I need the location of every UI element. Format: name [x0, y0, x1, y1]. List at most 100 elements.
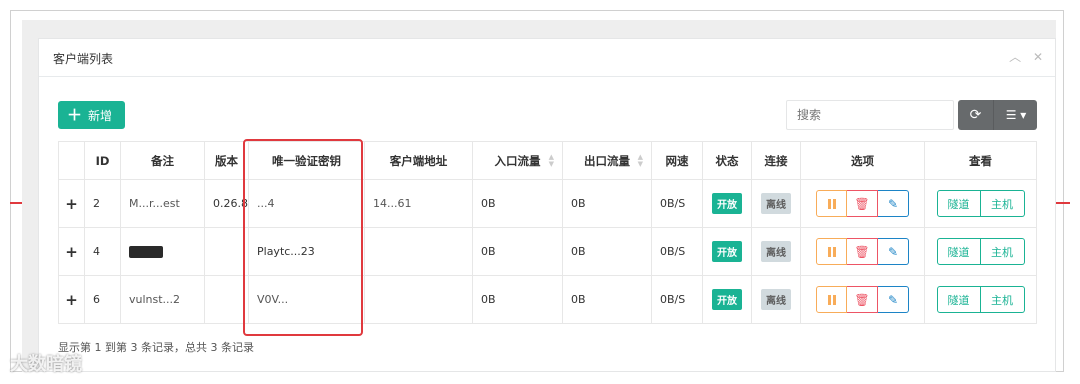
cell-id: 6: [84, 275, 121, 324]
tunnel-button[interactable]: 隧道: [936, 238, 981, 265]
table-tools: ⟳ ☰ ▾: [958, 100, 1037, 130]
connection-badge: 离线: [761, 193, 791, 214]
connection-badge: 离线: [761, 289, 791, 310]
header-expand: [58, 141, 85, 180]
caret-down-icon: ▾: [1020, 108, 1027, 122]
add-label: 新增: [88, 109, 113, 123]
edit-button[interactable]: ✎: [878, 190, 909, 217]
host-button[interactable]: 主机: [980, 286, 1025, 313]
edge-marker-right: [1056, 202, 1070, 204]
header-version[interactable]: 版本: [204, 141, 249, 180]
plus-icon: ＋: [67, 106, 83, 124]
host-button[interactable]: 主机: [980, 190, 1025, 217]
status-badge: 开放: [712, 289, 742, 310]
panel-title: 客户端列表: [53, 52, 114, 66]
cell-view: 隧道 主机: [924, 179, 1037, 228]
edge-marker-left: [10, 202, 22, 204]
edit-button[interactable]: ✎: [878, 286, 909, 313]
cell-view: 隧道 主机: [924, 275, 1037, 324]
table-row: + 2 M...r...est 0.26.8 ...4 14...61 0B 0…: [58, 179, 1037, 228]
close-icon[interactable]: ✕: [1033, 50, 1043, 64]
pause-icon: [827, 246, 836, 257]
header-out-traffic[interactable]: 出口流量 ▲ ▼: [562, 141, 652, 180]
cell-version: 0.26.8: [204, 179, 249, 228]
delete-button[interactable]: 🗑: [847, 286, 878, 313]
list-icon: ☰: [1005, 108, 1017, 122]
cell-status: 开放: [702, 179, 752, 228]
options-group: 🗑 ✎: [816, 286, 909, 313]
cell-out-traffic: 0B: [562, 179, 652, 228]
cell-id: 4: [84, 227, 121, 276]
header-address[interactable]: 客户端地址: [364, 141, 473, 180]
cell-speed: 0B/S: [651, 179, 703, 228]
pause-icon: [827, 294, 836, 305]
columns-toggle[interactable]: ☰ ▾: [995, 100, 1037, 130]
header-connection[interactable]: 连接: [751, 141, 801, 180]
expand-icon[interactable]: +: [58, 179, 85, 228]
cell-in-traffic: 0B: [472, 179, 563, 228]
cell-options: 🗑 ✎: [800, 179, 925, 228]
expand-icon[interactable]: +: [58, 275, 85, 324]
trash-icon: 🗑: [854, 196, 870, 211]
cell-view: 隧道 主机: [924, 227, 1037, 276]
header-in-traffic[interactable]: 入口流量 ▲ ▼: [472, 141, 563, 180]
cell-connection: 离线: [751, 275, 801, 324]
expand-icon[interactable]: +: [58, 227, 85, 276]
remark-text: vulnst...2: [129, 293, 181, 306]
header-view: 查看: [924, 141, 1037, 180]
pause-button[interactable]: [816, 286, 847, 313]
panel-tools: ︿ ✕: [1001, 48, 1043, 65]
header-remark[interactable]: 备注: [120, 141, 205, 180]
cell-id: 2: [84, 179, 121, 228]
edit-button[interactable]: ✎: [878, 238, 909, 265]
tunnel-button[interactable]: 隧道: [936, 286, 981, 313]
options-group: 🗑 ✎: [816, 190, 909, 217]
chevron-up-icon[interactable]: ︿: [1009, 50, 1021, 64]
cell-address: 14...61: [364, 179, 473, 228]
cell-status: 开放: [702, 275, 752, 324]
client-table: ID 备注 版本 唯一验证密钥 客户端地址 入口流量 ▲ ▼ 出口流量 ▲ ▼ 网速 状…: [58, 141, 1037, 324]
trash-icon: 🗑: [854, 244, 870, 259]
cell-version: [204, 227, 249, 276]
host-button[interactable]: 主机: [980, 238, 1025, 265]
pause-button[interactable]: [816, 190, 847, 217]
client-list-panel: 客户端列表 ︿ ✕ ＋新增 ⟳ ☰ ▾ ID 备注 版本 唯一验证密钥 客户端地…: [38, 38, 1056, 372]
table-row: + 6 vulnst...2 V0V... 0B 0B 0B/S 开放 离线 🗑…: [58, 275, 1037, 324]
header-speed[interactable]: 网速: [651, 141, 703, 180]
cell-in-traffic: 0B: [472, 275, 563, 324]
cell-address: [364, 227, 473, 276]
connection-badge: 离线: [761, 241, 791, 262]
status-badge: 开放: [712, 241, 742, 262]
table-row: + 4 Playtc...23 0B 0B 0B/S 开放 离线 🗑 ✎ 隧道 …: [58, 227, 1037, 276]
pause-button[interactable]: [816, 238, 847, 265]
cell-speed: 0B/S: [651, 227, 703, 276]
tunnel-button[interactable]: 隧道: [936, 190, 981, 217]
header-options: 选项: [800, 141, 925, 180]
cell-in-traffic: 0B: [472, 227, 563, 276]
view-group: 隧道 主机: [936, 286, 1025, 313]
sort-icon: ▲ ▼: [637, 153, 643, 168]
delete-button[interactable]: 🗑: [847, 190, 878, 217]
sort-icon: ▲ ▼: [548, 153, 554, 168]
delete-button[interactable]: 🗑: [847, 238, 878, 265]
cell-options: 🗑 ✎: [800, 275, 925, 324]
cell-out-traffic: 0B: [562, 227, 652, 276]
cell-address: [364, 275, 473, 324]
refresh-icon[interactable]: ⟳: [958, 100, 994, 130]
header-status[interactable]: 状态: [702, 141, 752, 180]
cell-version: [204, 275, 249, 324]
search-input[interactable]: [786, 100, 954, 130]
cell-connection: 离线: [751, 179, 801, 228]
add-client-button[interactable]: ＋ 新增: [58, 101, 125, 129]
options-group: 🗑 ✎: [816, 238, 909, 265]
view-group: 隧道 主机: [936, 238, 1025, 265]
cell-remark: [120, 227, 205, 276]
header-out-traffic-label: 出口流量: [584, 153, 630, 168]
watermark: 大数暗镜: [10, 354, 82, 375]
cell-connection: 离线: [751, 227, 801, 276]
header-id[interactable]: ID: [84, 141, 121, 180]
edit-icon: ✎: [887, 292, 899, 307]
table-header-row: ID 备注 版本 唯一验证密钥 客户端地址 入口流量 ▲ ▼ 出口流量 ▲ ▼ 网速 状…: [58, 141, 1037, 180]
cell-remark: vulnst...2: [120, 275, 205, 324]
cell-remark: M...r...est: [120, 179, 205, 228]
